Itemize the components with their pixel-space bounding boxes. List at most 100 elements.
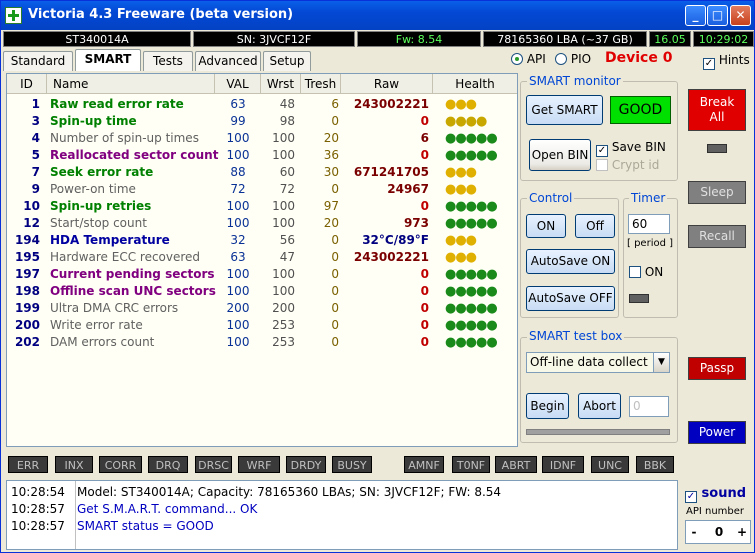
title-bar[interactable]: Victoria 4.3 Freeware (beta version) _ □… (1, 1, 754, 30)
table-row[interactable]: 199 Ultra DMA CRC errors 200 200 0 0 ●●●●● (7, 300, 517, 317)
log-line: 10:28:54 Model: ST340014A; Capacity: 7816… (11, 484, 501, 501)
table-row[interactable]: 5 Reallocated sector count 100 100 36 0 ●●●●● (7, 147, 517, 164)
minimize-button[interactable]: _ (685, 5, 706, 26)
flag-drdy: DRDY (286, 456, 326, 473)
table-row[interactable]: 198 Offline scan UNC sectors 100 100 0 0 ●●●●● (7, 283, 517, 300)
power-button[interactable]: Power (688, 421, 746, 444)
cell-id: 12 (23, 216, 40, 230)
table-row[interactable]: 12 Start/stop count 100 100 20 973 ●●●●● (7, 215, 517, 232)
status-flags-bar: ERR INX CORR DRQ DRSC WRF DRDY BUSY AMNF T0NF ABRT… (6, 456, 676, 474)
control-on-button[interactable]: ON (526, 214, 566, 238)
close-button[interactable]: ✕ (730, 5, 751, 26)
api-plus-button[interactable]: + (734, 521, 750, 543)
cell-health: ●●● (445, 233, 477, 248)
table-row[interactable]: 7 Seek error rate 88 60 30 671241705 ●●● (7, 164, 517, 181)
cell-name: HDA Temperature (50, 233, 170, 247)
hints-check-box[interactable]: ✓ (703, 58, 715, 70)
flag-unc: UNC (591, 456, 629, 473)
cell-health: ●●●●● (445, 216, 498, 231)
cell-raw: 0 (420, 335, 429, 349)
api-minus-button[interactable]: - (686, 521, 702, 543)
cell-name: Spin-up retries (50, 199, 152, 213)
timer-on-checkbox[interactable]: ON (629, 265, 663, 279)
col-val[interactable]: VAL (215, 74, 261, 94)
cell-name: Seek error rate (50, 165, 154, 179)
device-label: Device 0 (605, 50, 673, 66)
table-row[interactable]: 197 Current pending sectors 100 100 0 0 ●●●●● (7, 266, 517, 283)
api-radio[interactable]: API (511, 52, 546, 66)
sound-check-box[interactable]: ✓ (685, 491, 697, 503)
cell-health: ●●● (445, 250, 477, 265)
flag-busy: BUSY (332, 456, 372, 473)
crypt-id-checkbox[interactable]: Crypt id (596, 158, 659, 172)
tab-standard[interactable]: Standard (3, 51, 73, 71)
smart-test-select[interactable]: Off-line data collect ▼ (526, 352, 670, 373)
table-row[interactable]: 202 DAM errors count 100 253 0 0 ●●●●● (7, 334, 517, 351)
hints-checkbox[interactable]: ✓ Hints (703, 53, 750, 70)
col-id[interactable]: ID (7, 74, 47, 94)
pio-radio[interactable]: PIO (555, 52, 591, 66)
api-number-value[interactable]: 0 (706, 521, 732, 543)
tab-setup[interactable]: Setup (263, 51, 311, 71)
table-row[interactable]: 1 Raw read error rate 63 48 6 243002221 ●●● (7, 96, 517, 113)
autosave-on-button[interactable]: AutoSave ON (526, 249, 615, 274)
test-progress-input[interactable]: 0 (629, 396, 669, 417)
open-bin-button[interactable]: Open BIN (529, 139, 591, 171)
table-row[interactable]: 4 Number of spin-up times 100 100 20 6 ●●●●● (7, 130, 517, 147)
cell-tresh: 0 (331, 301, 339, 315)
cell-health: ●●● (445, 165, 477, 180)
get-smart-button[interactable]: Get SMART (526, 95, 603, 125)
pio-radio-dot[interactable] (555, 53, 567, 65)
tab-smart[interactable]: SMART (75, 49, 141, 71)
cell-health: ●●●●● (445, 148, 498, 163)
log-panel[interactable]: 10:28:54 Model: ST340014A; Capacity: 7816… (6, 480, 678, 550)
recall-button[interactable]: Recall (688, 225, 746, 248)
flag-drsc: DRSC (195, 456, 232, 473)
cell-id: 200 (14, 318, 40, 332)
table-row[interactable]: 200 Write error rate 100 253 0 0 ●●●●● (7, 317, 517, 334)
table-row[interactable]: 3 Spin-up time 99 98 0 0 ●●●● (7, 113, 517, 130)
sleep-button[interactable]: Sleep (688, 181, 746, 204)
cell-name: Reallocated sector count (50, 148, 219, 162)
control-off-button[interactable]: Off (575, 214, 615, 238)
tab-advanced[interactable]: Advanced (195, 51, 261, 71)
passp-button[interactable]: Passp (688, 357, 746, 380)
table-row[interactable]: 9 Power-on time 72 72 0 24967 ●●● (7, 181, 517, 198)
api-number-spinner[interactable]: - 0 + (685, 520, 751, 544)
save-bin-checkbox[interactable]: ✓ Save BIN (596, 140, 666, 157)
abort-button[interactable]: Abort (578, 393, 621, 419)
timer-period-input[interactable]: 60 (628, 214, 670, 234)
table-header: ID Name VAL Wrst Tresh Raw Health (7, 74, 517, 94)
table-row[interactable]: 194 HDA Temperature 32 56 0 32°C/89°F ●●● (7, 232, 517, 249)
cell-raw: 0 (420, 148, 429, 162)
break-all-button[interactable]: Break All (688, 89, 746, 131)
sound-checkbox[interactable]: ✓ sound (685, 486, 746, 503)
cell-tresh: 6 (331, 97, 339, 111)
break-led (707, 144, 727, 153)
cell-val: 100 (226, 131, 250, 145)
col-health[interactable]: Health (433, 74, 517, 94)
cell-name: Ultra DMA CRC errors (50, 301, 179, 315)
api-radio-dot[interactable] (511, 53, 523, 65)
crypt-id-check-box[interactable] (596, 159, 608, 171)
col-tresh[interactable]: Tresh (301, 74, 341, 94)
begin-button[interactable]: Begin (526, 393, 569, 419)
maximize-button[interactable]: □ (707, 5, 728, 26)
log-time: 10:28:57 (11, 502, 65, 516)
serial-display: SN: 3JVCF12F (193, 31, 355, 47)
autosave-off-button[interactable]: AutoSave OFF (526, 286, 615, 311)
table-row[interactable]: 10 Spin-up retries 100 100 97 0 ●●●●● (7, 198, 517, 215)
cell-tresh: 0 (331, 318, 339, 332)
tab-tests[interactable]: Tests (143, 51, 193, 71)
table-row[interactable]: 195 Hardware ECC recovered 63 47 0 243002221 ●… (7, 249, 517, 266)
col-wrst[interactable]: Wrst (261, 74, 301, 94)
col-raw[interactable]: Raw (341, 74, 433, 94)
col-name[interactable]: Name (47, 74, 215, 94)
save-bin-check-box[interactable]: ✓ (596, 145, 608, 157)
cell-raw: 0 (420, 284, 429, 298)
timer-on-check-box[interactable] (629, 266, 641, 278)
cell-name: Spin-up time (50, 114, 137, 128)
dropdown-arrow-icon[interactable]: ▼ (653, 353, 669, 372)
flag-bbk: BBK (636, 456, 674, 473)
cell-raw: 0 (420, 114, 429, 128)
